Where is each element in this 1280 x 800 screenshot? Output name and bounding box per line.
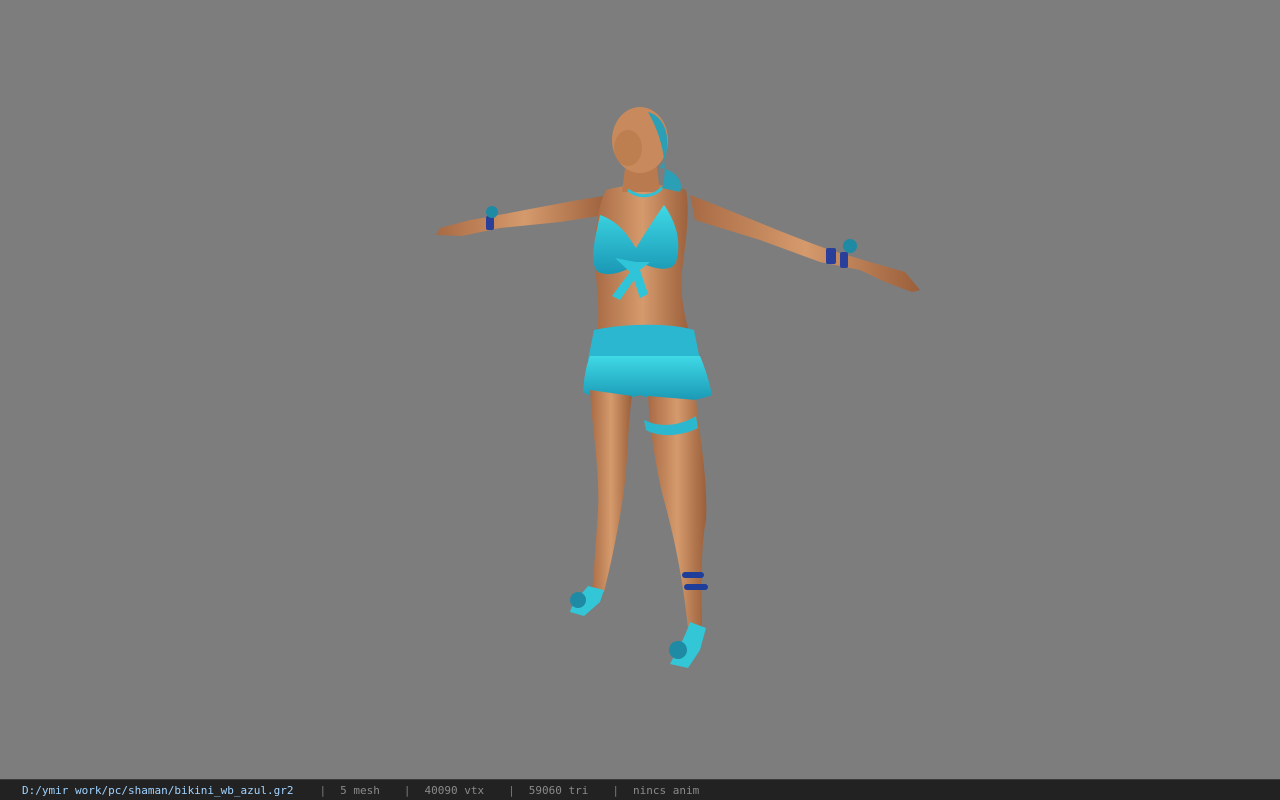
separator: | — [508, 783, 515, 797]
right-wrist-flower — [843, 239, 857, 253]
left-wrist-flower — [486, 206, 498, 218]
left-leg — [590, 390, 632, 592]
status-bar: D:/ymir work/pc/shaman/bikini_wb_azul.gr… — [0, 779, 1280, 800]
right-arm — [690, 195, 920, 292]
skirt-upper — [588, 324, 700, 360]
file-path: D:/ymir work/pc/shaman/bikini_wb_azul.gr… — [22, 783, 294, 797]
right-wristband — [826, 248, 836, 264]
face-shadow — [614, 130, 642, 166]
ankle-strap-2 — [684, 584, 708, 590]
separator: | — [319, 783, 327, 797]
right-wristband-2 — [840, 252, 848, 268]
right-shoe-flower — [669, 641, 687, 659]
3d-viewport[interactable] — [0, 0, 1280, 779]
left-arm — [436, 195, 612, 236]
separator: | — [403, 783, 411, 797]
mesh-count: 5 mesh — [340, 783, 380, 797]
separator: | — [612, 783, 619, 797]
vertex-count: 40090 vtx — [424, 783, 485, 797]
ankle-strap-1 — [682, 572, 704, 578]
left-wristband — [486, 216, 494, 230]
animation-status: nincs anim — [633, 783, 700, 797]
left-shoe-flower — [570, 592, 586, 608]
character-model[interactable] — [0, 0, 1280, 779]
triangle-count: 59060 tri — [528, 783, 589, 797]
